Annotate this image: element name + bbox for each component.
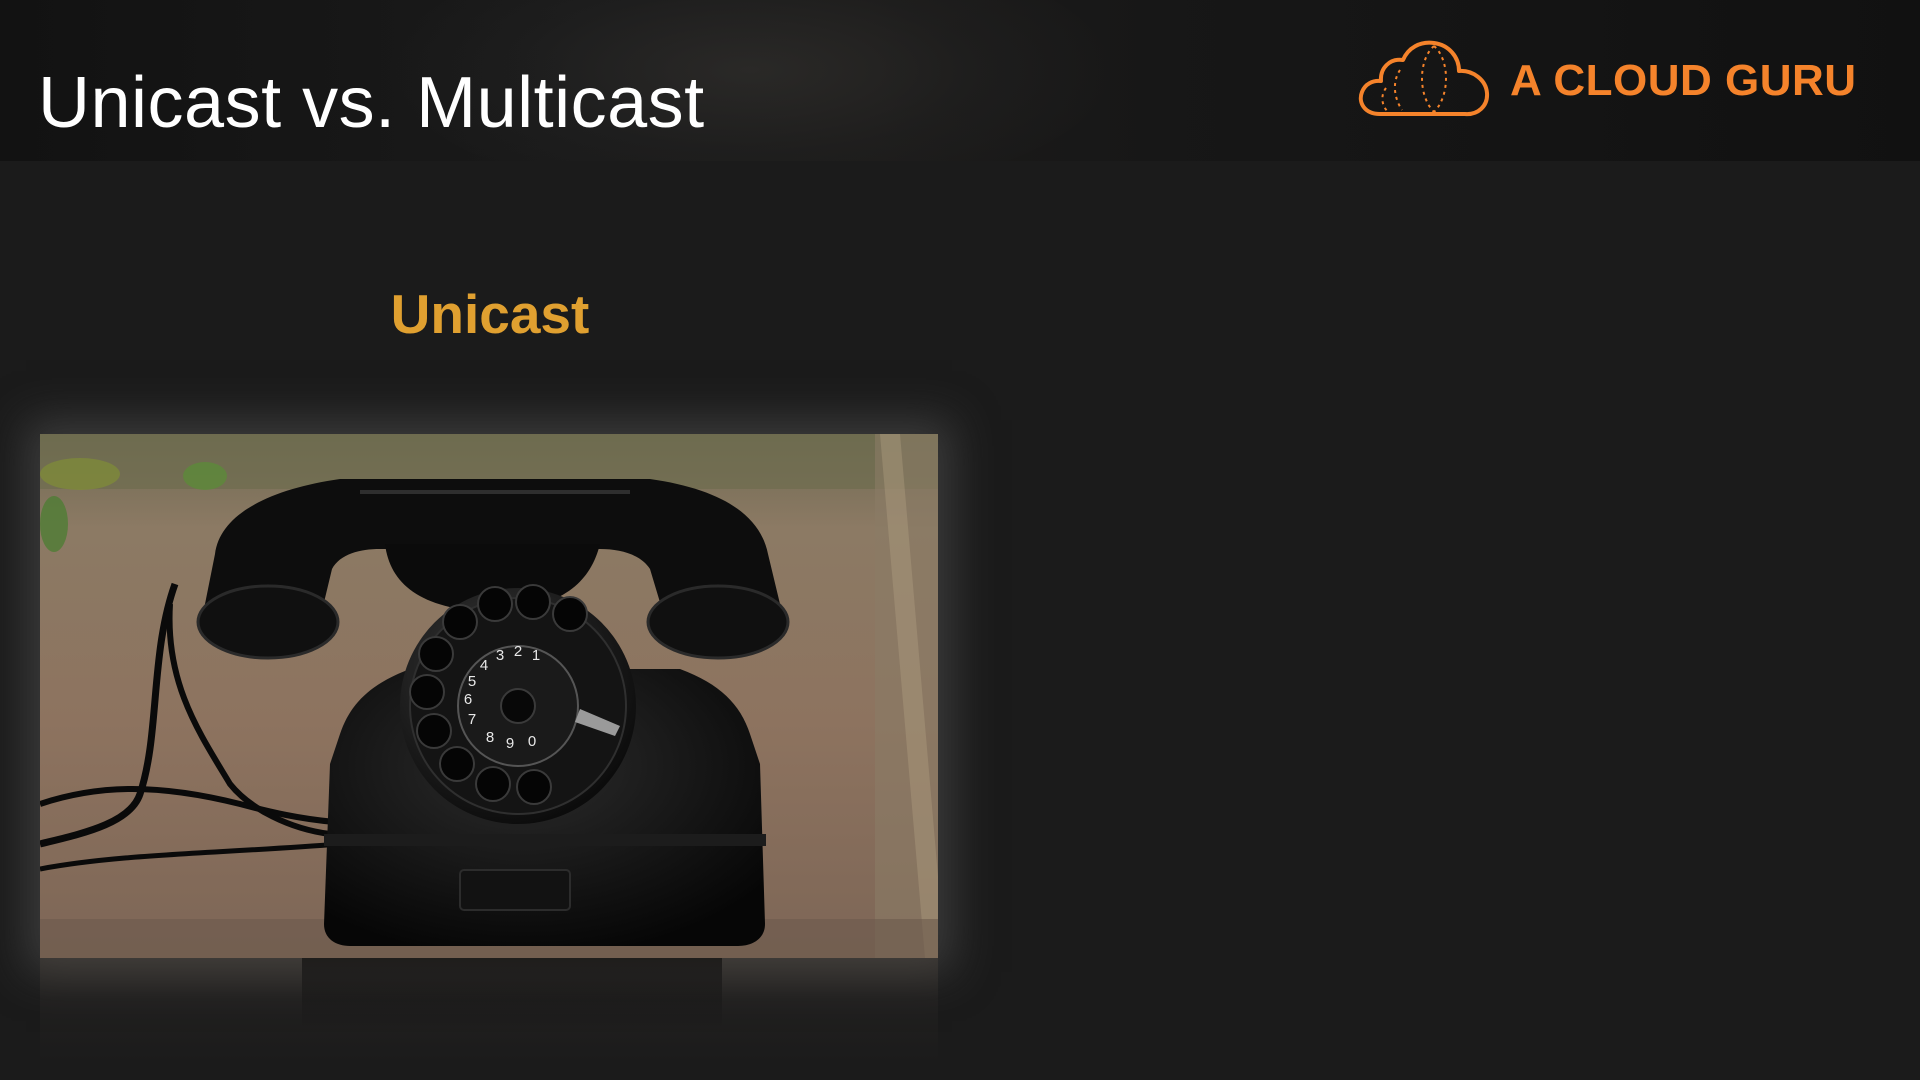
photo-reflection (40, 958, 938, 1062)
dial-digit: 8 (486, 729, 494, 746)
dial-digit: 4 (480, 657, 488, 674)
brand-logo: A CLOUD GURU (1356, 40, 1857, 122)
rotary-telephone-icon: 1 2 3 4 5 6 7 8 9 0 (40, 434, 938, 958)
dial-digit: 2 (514, 643, 522, 660)
dial-digit: 5 (468, 673, 476, 690)
dial-digit: 9 (506, 735, 514, 752)
dial-digit: 6 (464, 691, 472, 708)
section-subtitle: Unicast (390, 283, 590, 345)
dial-digit: 7 (468, 711, 476, 728)
slide: Unicast vs. Multicast A CLOUD GURU Unica… (0, 0, 1920, 1080)
brand-name: A CLOUD GURU (1510, 56, 1857, 105)
slide-title: Unicast vs. Multicast (38, 63, 705, 143)
telephone-photo: 1 2 3 4 5 6 7 8 9 0 (40, 434, 938, 958)
cloud-logo-icon (1358, 40, 1490, 117)
dial-digit: 1 (532, 647, 540, 664)
dial-digit: 0 (528, 733, 536, 750)
reflection-shadow (302, 958, 722, 1028)
dial-digit: 3 (496, 647, 504, 664)
slide-header: Unicast vs. Multicast A CLOUD GURU (0, 0, 1920, 161)
